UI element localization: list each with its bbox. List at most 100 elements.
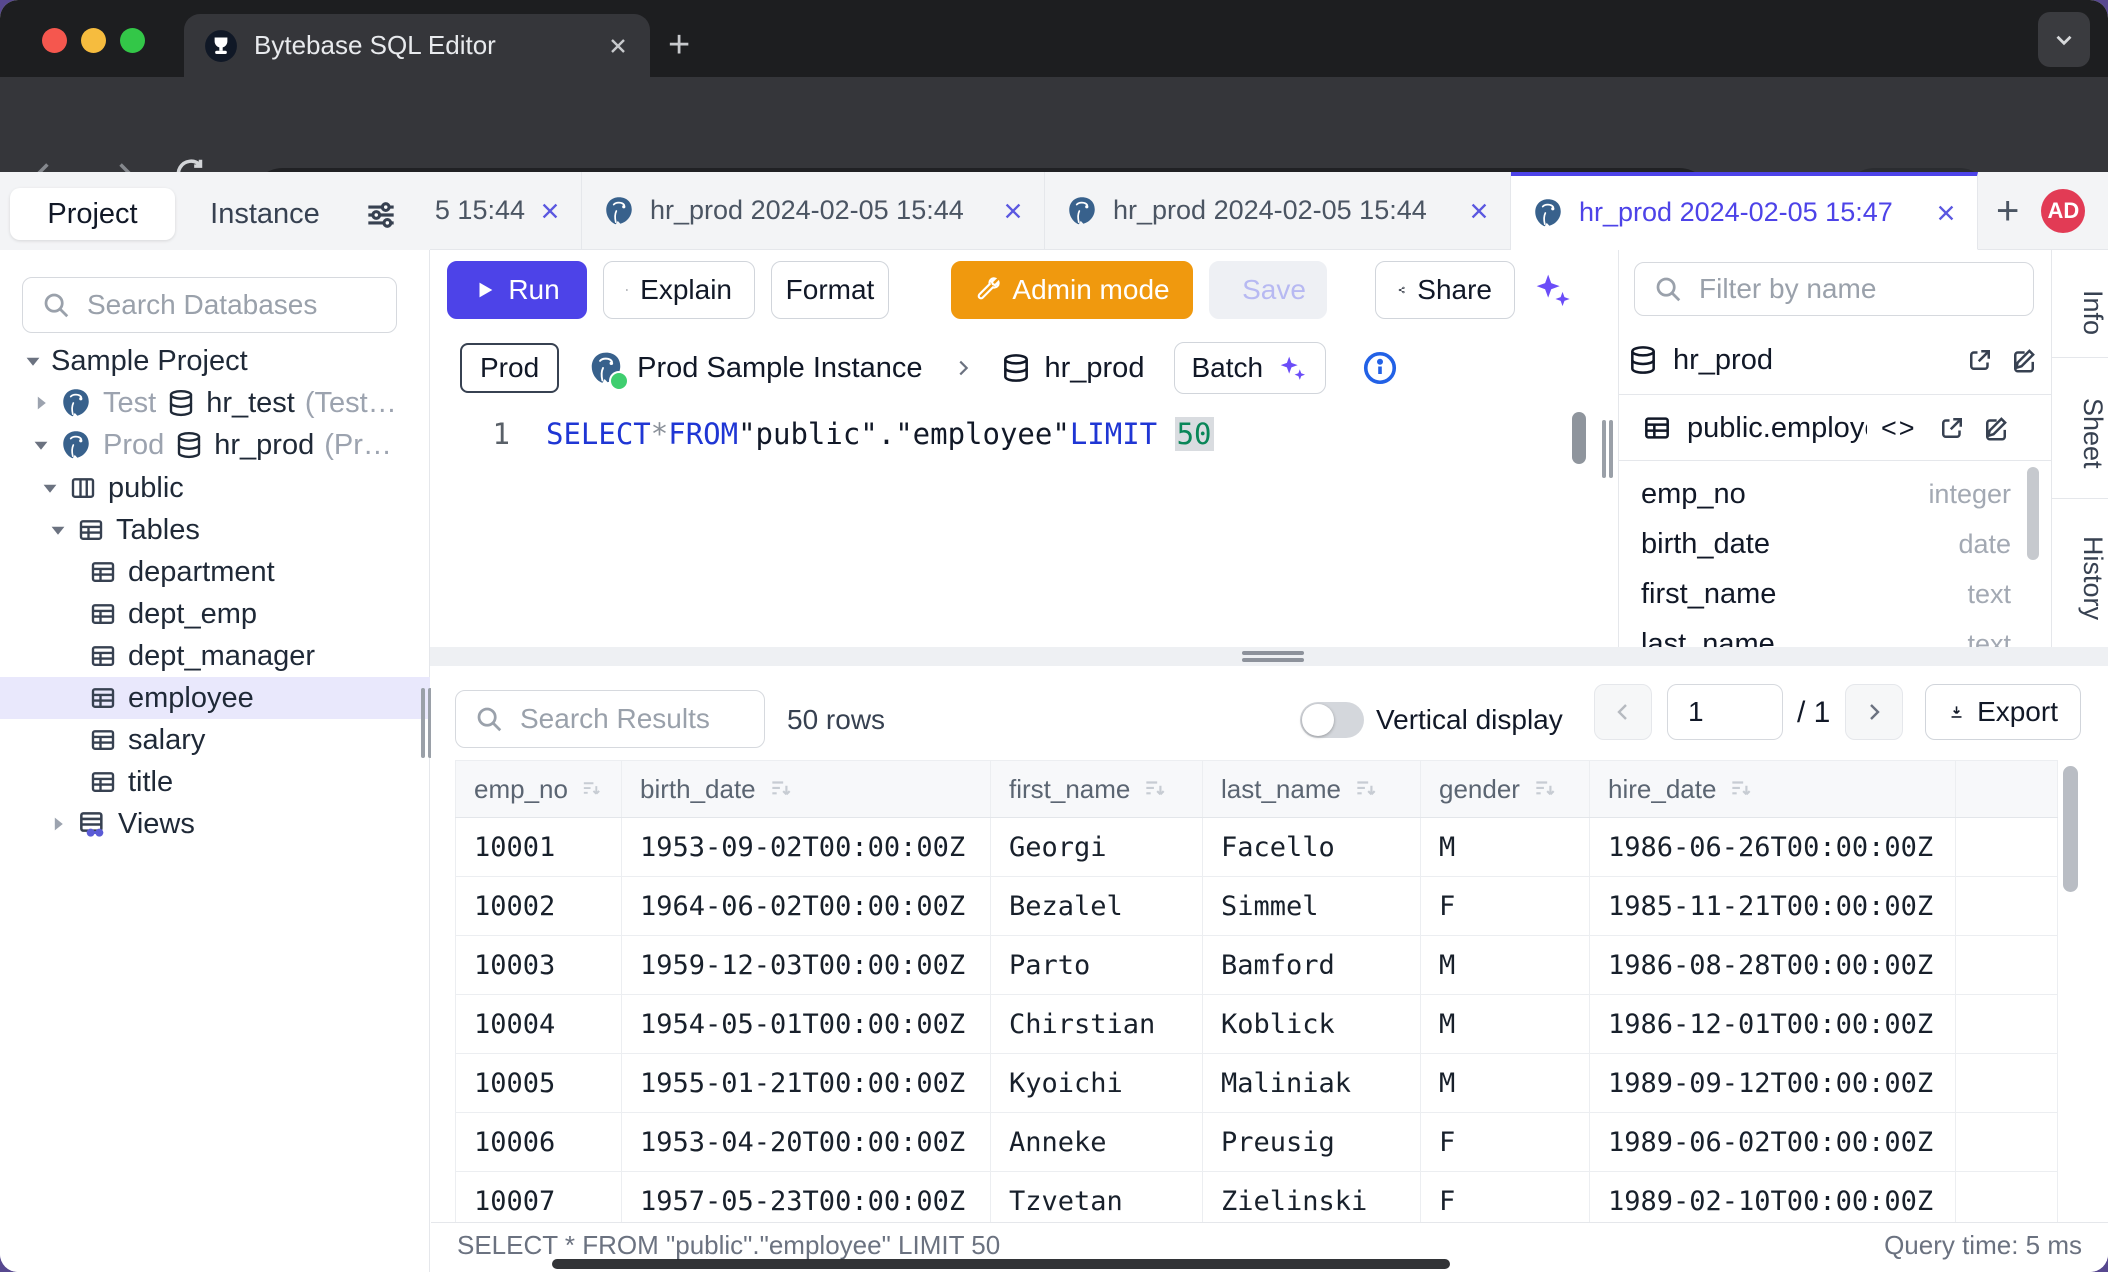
results-search-input[interactable] [518,702,746,736]
grid-cell[interactable]: 1953-09-02T00:00:00Z [622,818,991,876]
grid-cell[interactable]: Koblick [1203,995,1421,1053]
edit-icon[interactable] [2009,345,2039,375]
grid-cell[interactable]: Georgi [991,818,1203,876]
rail-tab-history[interactable]: History [2052,523,2108,633]
browser-tab[interactable]: Bytebase SQL Editor [184,14,650,77]
grid-cell[interactable]: 1954-05-01T00:00:00Z [622,995,991,1053]
grid-cell[interactable]: 1985-11-21T00:00:00Z [1590,877,1956,935]
grid-cell[interactable]: Bezalel [991,877,1203,935]
column-header[interactable]: emp_no [455,761,622,817]
grid-cell[interactable]: F [1421,1113,1590,1171]
tree-item-table-dept-emp[interactable]: dept_emp [0,593,430,635]
grid-cell[interactable]: 10006 [455,1113,622,1171]
panel-resize-handle[interactable] [1602,420,1606,478]
code-icon[interactable]: <> [1881,413,1917,444]
tab-search-chevron-button[interactable] [2038,12,2090,67]
grid-cell[interactable]: Simmel [1203,877,1421,935]
window-minimize-button[interactable] [81,28,106,53]
tree-item-hr-prod[interactable]: Prod hr_prod (Pr… [0,424,430,466]
column-row[interactable]: emp_no integer [1641,472,2011,516]
tree-item-tables[interactable]: Tables [0,509,430,551]
rail-tab-sheet[interactable]: Sheet [2052,390,2108,476]
admin-mode-button[interactable]: Admin mode [951,261,1193,319]
page-number-input[interactable] [1667,684,1783,740]
column-header[interactable]: last_name [1203,761,1421,817]
format-button[interactable]: Format [771,261,889,319]
grid-cell[interactable]: 1986-08-28T00:00:00Z [1590,936,1956,994]
tab-project[interactable]: Project [10,188,175,240]
grid-cell[interactable]: Maliniak [1203,1054,1421,1112]
editor-tab-4-active[interactable]: hr_prod 2024-02-05 15:47 [1511,172,1978,250]
panel-table-row[interactable]: public.employe <> [1641,402,2045,454]
editor-scrollbar[interactable] [1572,412,1586,464]
window-close-button[interactable] [42,28,67,53]
browser-tab-close-icon[interactable] [606,34,630,58]
info-icon[interactable] [1362,350,1398,386]
editor-tab-3[interactable]: hr_prod 2024-02-05 15:44 [1045,172,1511,249]
grid-cell[interactable]: 1989-06-02T00:00:00Z [1590,1113,1956,1171]
explain-button[interactable]: Explain [603,261,755,319]
sql-editor[interactable]: 1 SELECT * FROM "public"."employee" LIMI… [430,405,1618,647]
export-button[interactable]: Export [1925,684,2081,740]
panel-database-row[interactable]: hr_prod [1627,334,2045,386]
close-icon[interactable] [1468,200,1490,222]
results-scrollbar[interactable] [2063,766,2078,892]
results-search[interactable] [455,690,765,748]
grid-cell[interactable]: Chirstian [991,995,1203,1053]
avatar[interactable]: AD [2041,189,2085,233]
window-zoom-button[interactable] [120,28,145,53]
browser-new-tab-button[interactable]: + [668,26,690,64]
vertical-display-toggle[interactable] [1300,702,1364,738]
sidebar-resize-handle[interactable] [421,688,425,758]
grid-cell[interactable]: M [1421,1054,1590,1112]
caret-down-icon[interactable] [42,480,58,496]
tree-item-table-dept-manager[interactable]: dept_manager [0,635,430,677]
grid-cell[interactable]: 10002 [455,877,622,935]
close-icon[interactable] [1002,200,1024,222]
edit-icon[interactable] [1981,413,2011,443]
database-name[interactable]: hr_prod [1044,352,1144,385]
filter-settings-icon[interactable] [362,196,400,234]
tree-item-table-title[interactable]: title [0,761,430,803]
batch-button[interactable]: Batch [1174,342,1326,394]
caret-down-icon[interactable] [33,437,49,453]
rail-tab-info[interactable]: Info [2052,270,2108,356]
caret-right-icon[interactable] [50,816,66,832]
editor-tab-1[interactable]: 5 15:44 [430,172,582,249]
column-row[interactable]: first_name text [1641,572,2011,616]
instance-name[interactable]: Prod Sample Instance [637,352,922,385]
grid-cell[interactable]: 1989-09-12T00:00:00Z [1590,1054,1956,1112]
grid-cell[interactable]: M [1421,818,1590,876]
grid-cell[interactable]: 1986-06-26T00:00:00Z [1590,818,1956,876]
editor-tab-2[interactable]: hr_prod 2024-02-05 15:44 [582,172,1045,249]
tree-item-table-employee[interactable]: employee [0,677,430,719]
grid-cell[interactable]: F [1421,877,1590,935]
grid-cell[interactable]: 1959-12-03T00:00:00Z [622,936,991,994]
grid-cell[interactable]: Kyoichi [991,1054,1203,1112]
grid-cell[interactable]: 1955-01-21T00:00:00Z [622,1054,991,1112]
results-splitter[interactable] [430,647,2108,666]
grid-cell[interactable]: M [1421,936,1590,994]
sidebar-search[interactable] [22,277,397,333]
grid-cell[interactable]: M [1421,995,1590,1053]
column-header[interactable]: hire_date [1590,761,1956,817]
grid-cell[interactable]: 10001 [455,818,622,876]
tree-item-schema-public[interactable]: public [0,467,430,509]
sidebar-search-input[interactable] [85,288,378,322]
run-button[interactable]: Run [447,261,587,319]
tree-item-table-salary[interactable]: salary [0,719,430,761]
grid-cell[interactable]: 10003 [455,936,622,994]
external-link-icon[interactable] [1965,345,1995,375]
grid-cell[interactable]: Bamford [1203,936,1421,994]
grid-cell[interactable]: Facello [1203,818,1421,876]
grid-cell[interactable]: Parto [991,936,1203,994]
grid-cell[interactable]: Preusig [1203,1113,1421,1171]
grid-cell[interactable]: 1964-06-02T00:00:00Z [622,877,991,935]
panel-scrollbar[interactable] [2027,467,2039,560]
grid-cell[interactable]: 10005 [455,1054,622,1112]
schema-filter[interactable] [1634,262,2034,316]
column-header[interactable]: birth_date [622,761,991,817]
external-link-icon[interactable] [1937,413,1967,443]
tree-item-table-department[interactable]: department [0,551,430,593]
caret-down-icon[interactable] [25,353,41,369]
